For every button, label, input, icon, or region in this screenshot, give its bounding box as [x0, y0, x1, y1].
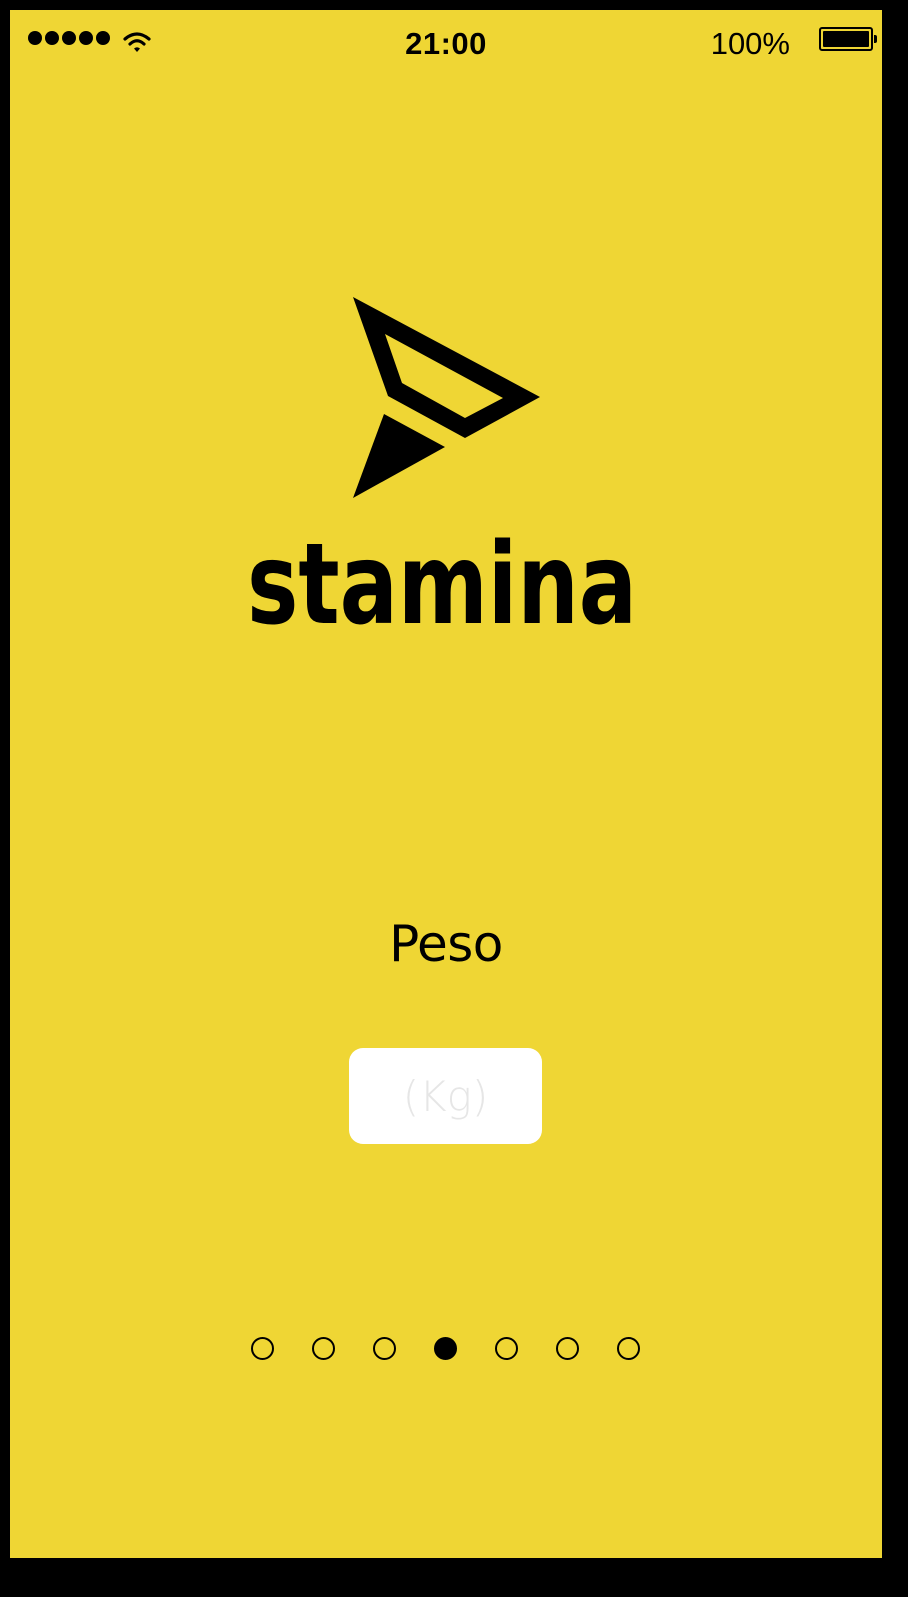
brand-wordmark: stamina — [247, 535, 637, 635]
weight-label: Peso — [389, 915, 503, 973]
phone-screen: 21:00 100% stamina Peso — [0, 0, 892, 1568]
page-dot-7[interactable] — [617, 1337, 640, 1360]
page-dot-6[interactable] — [556, 1337, 579, 1360]
status-bar: 21:00 100% — [10, 10, 882, 70]
page-dot-1[interactable] — [251, 1337, 274, 1360]
page-dot-2[interactable] — [312, 1337, 335, 1360]
page-dot-5[interactable] — [495, 1337, 518, 1360]
battery-icon — [819, 27, 877, 51]
battery-percent: 100% — [710, 26, 790, 61]
arrow-triangle-logo-icon — [353, 297, 540, 498]
page-indicator — [251, 1337, 640, 1360]
page-dot-4-current[interactable] — [434, 1337, 457, 1360]
page-dot-3[interactable] — [373, 1337, 396, 1360]
brand-name: stamina — [247, 535, 637, 635]
weight-input[interactable] — [349, 1048, 542, 1144]
